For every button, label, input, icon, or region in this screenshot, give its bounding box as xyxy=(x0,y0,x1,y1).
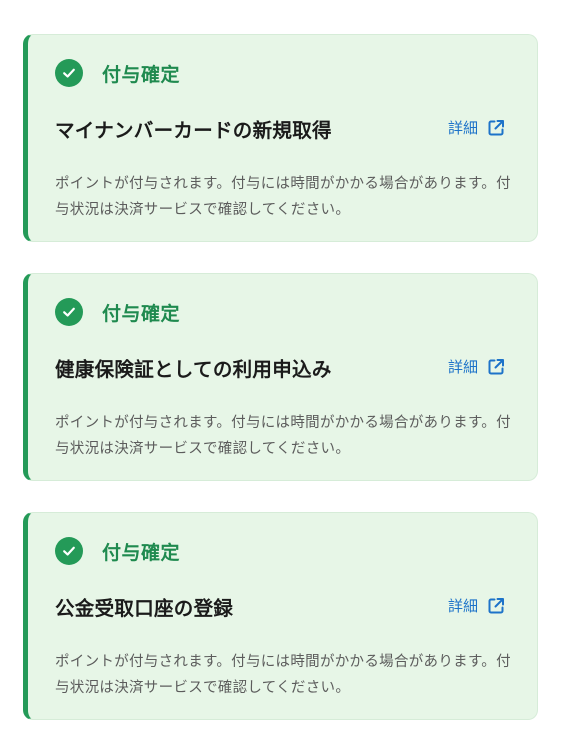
status-label: 付与確定 xyxy=(102,302,181,325)
external-link-icon xyxy=(488,119,505,135)
check-circle-icon xyxy=(55,59,83,87)
status-row: 付与確定 xyxy=(55,535,180,567)
detail-link[interactable]: 詳細 xyxy=(448,595,505,616)
benefit-card-health-insurance: 付与確定 健康保険証としての利用申込み 詳細 ポイントが付与されます。付与には時… xyxy=(23,273,538,481)
benefit-card-bank-account: 付与確定 公金受取口座の登録 詳細 ポイントが付与されます。付与には時間がかかる… xyxy=(23,512,538,720)
benefit-card-mynumber: 付与確定 マイナンバーカードの新規取得 詳細 ポイントが付与されます。付与には時… xyxy=(23,34,538,242)
detail-link[interactable]: 詳細 xyxy=(448,356,505,377)
detail-link-label: 詳細 xyxy=(448,597,479,615)
status-row: 付与確定 xyxy=(55,57,180,89)
external-link-icon xyxy=(488,358,505,374)
card-title: 公金受取口座の登録 xyxy=(55,597,234,620)
status-row: 付与確定 xyxy=(55,296,180,328)
card-description: ポイントが付与されます。付与には時間がかかる場合があります。付与状況は決済サービ… xyxy=(55,654,511,696)
card-title: 健康保険証としての利用申込み xyxy=(55,358,332,381)
detail-link[interactable]: 詳細 xyxy=(448,117,505,138)
card-description: ポイントが付与されます。付与には時間がかかる場合があります。付与状況は決済サービ… xyxy=(55,415,511,457)
check-circle-icon xyxy=(55,537,83,565)
detail-link-label: 詳細 xyxy=(448,119,479,137)
card-title: マイナンバーカードの新規取得 xyxy=(55,119,332,142)
external-link-icon xyxy=(488,597,505,613)
status-label: 付与確定 xyxy=(102,63,181,86)
check-circle-icon xyxy=(55,298,83,326)
status-label: 付与確定 xyxy=(102,541,181,564)
card-description: ポイントが付与されます。付与には時間がかかる場合があります。付与状況は決済サービ… xyxy=(55,176,511,218)
detail-link-label: 詳細 xyxy=(448,358,479,376)
